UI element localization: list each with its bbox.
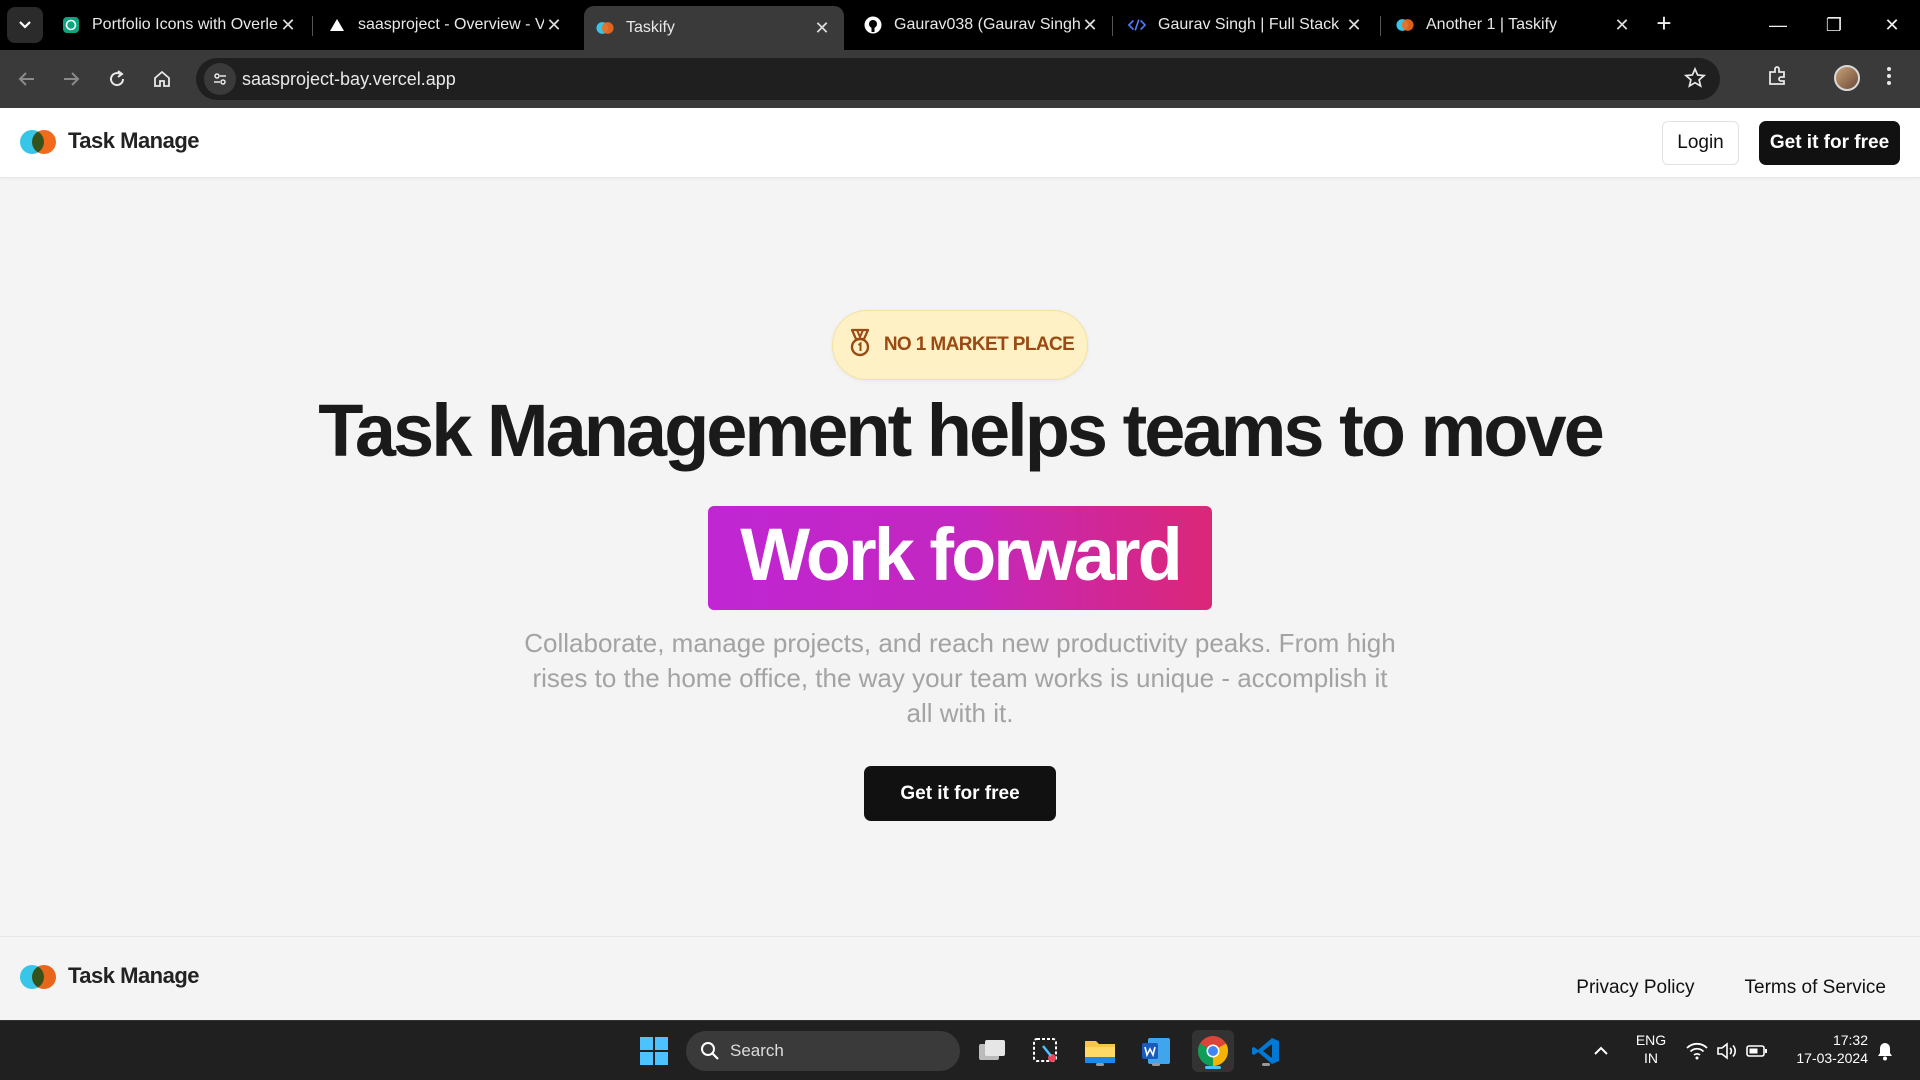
url-text[interactable]: saasproject-bay.vercel.app — [242, 69, 456, 90]
taskify-logo-icon — [1396, 16, 1414, 34]
arrow-left-icon — [18, 72, 34, 86]
language-indicator[interactable]: ENG IN — [1628, 1031, 1674, 1067]
close-icon[interactable]: ✕ — [1080, 15, 1100, 36]
tab-title: Another 1 | Taskify — [1426, 16, 1558, 33]
more-menu-icon[interactable] — [1886, 64, 1892, 93]
tab-divider — [1380, 16, 1381, 36]
logo-icon — [20, 963, 58, 989]
battery-icon[interactable] — [1742, 1033, 1772, 1069]
forward-button[interactable] — [54, 62, 88, 96]
chrome-icon[interactable] — [1192, 1030, 1234, 1072]
running-indicator — [1205, 1066, 1221, 1069]
close-window-button[interactable]: ✕ — [1872, 8, 1912, 42]
close-icon[interactable]: ✕ — [1612, 15, 1632, 36]
extensions-icon[interactable] — [1766, 64, 1790, 93]
browser-tab[interactable]: saasproject - Overview - Ve ✕ — [316, 6, 576, 44]
running-indicator — [1262, 1063, 1270, 1066]
medal-icon — [846, 328, 874, 363]
header-logo[interactable]: Task Manage — [20, 128, 200, 154]
notification-bell-icon[interactable] — [1870, 1033, 1900, 1069]
word-icon[interactable] — [1138, 1033, 1174, 1069]
browser-tab[interactable]: Portfolio Icons with Overle ✕ — [50, 6, 310, 44]
chevron-up-icon[interactable] — [1586, 1033, 1616, 1069]
snipping-tool-icon[interactable] — [1028, 1033, 1064, 1069]
terms-of-service-link[interactable]: Terms of Service — [1745, 977, 1886, 999]
arrow-right-icon — [64, 72, 80, 86]
reload-icon — [110, 70, 125, 87]
web-page: Task Manage Login Get it for free NO 1 M… — [0, 108, 1920, 1020]
region-code: IN — [1644, 1050, 1658, 1066]
tab-divider — [1112, 16, 1113, 36]
taskbar-search[interactable]: Search — [686, 1031, 960, 1071]
vscode-icon[interactable] — [1248, 1033, 1284, 1069]
site-header: Task Manage Login Get it for free — [0, 108, 1920, 178]
openai-icon — [62, 16, 80, 34]
clock-date: 17-03-2024 — [1796, 1050, 1868, 1066]
login-button[interactable]: Login — [1662, 121, 1739, 165]
get-it-free-hero-button[interactable]: Get it for free — [864, 766, 1056, 821]
tab-search-button[interactable] — [7, 7, 43, 43]
running-indicator — [1152, 1063, 1160, 1066]
close-icon[interactable]: ✕ — [544, 15, 564, 36]
task-view-icon[interactable] — [974, 1033, 1010, 1069]
site-info-button[interactable] — [204, 63, 236, 95]
github-icon — [864, 16, 882, 34]
address-bar[interactable]: saasproject-bay.vercel.app — [196, 58, 1720, 100]
tab-title: saasproject - Overview - Ve — [358, 16, 544, 33]
footer-logo[interactable]: Task Manage — [20, 963, 200, 989]
browser-tab-active[interactable]: Taskify ✕ — [584, 6, 844, 50]
browser-toolbar: saasproject-bay.vercel.app — [0, 50, 1920, 108]
back-button[interactable] — [10, 62, 44, 96]
search-icon — [701, 1042, 719, 1060]
clock[interactable]: 17:32 17-03-2024 — [1782, 1031, 1868, 1067]
home-icon — [154, 70, 170, 87]
hero-highlight: Work forward — [708, 506, 1212, 610]
reload-button[interactable] — [100, 62, 134, 96]
running-indicator — [1096, 1063, 1104, 1066]
browser-tab[interactable]: Another 1 | Taskify ✕ — [1384, 6, 1644, 44]
tab-divider — [312, 16, 313, 36]
minimize-button[interactable]: — — [1758, 8, 1798, 42]
tab-title: Gaurav038 (Gaurav Singh) — [894, 16, 1080, 33]
language-code: ENG — [1635, 1032, 1667, 1048]
clock-time: 17:32 — [1832, 1032, 1868, 1048]
tune-icon — [214, 73, 226, 85]
privacy-policy-link[interactable]: Privacy Policy — [1576, 977, 1694, 999]
file-explorer-icon[interactable] — [1082, 1033, 1118, 1069]
footer-links: Privacy Policy Terms of Service — [1576, 977, 1886, 999]
close-icon[interactable]: ✕ — [1344, 15, 1364, 36]
bookmark-star-icon[interactable] — [1683, 66, 1707, 94]
hero-description: Collaborate, manage projects, and reach … — [524, 628, 1396, 728]
close-icon[interactable]: ✕ — [278, 15, 298, 36]
wifi-icon[interactable] — [1682, 1033, 1712, 1069]
tab-title: Portfolio Icons with Overle — [92, 16, 278, 33]
market-place-badge: NO 1 MARKET PLACE — [832, 310, 1088, 380]
tab-title: Gaurav Singh | Full Stack D — [1158, 16, 1344, 33]
logo-icon — [20, 128, 58, 154]
tab-title: Taskify — [626, 19, 675, 36]
browser-tab-strip: Portfolio Icons with Overle ✕ saasprojec… — [0, 0, 1920, 50]
taskbar-search-label: Search — [730, 1041, 784, 1060]
site-footer: Task Manage Privacy Policy Terms of Serv… — [0, 936, 1920, 1020]
browser-tab[interactable]: Gaurav Singh | Full Stack D ✕ — [1116, 6, 1376, 44]
badge-text: NO 1 MARKET PLACE — [883, 334, 1075, 355]
new-tab-button[interactable]: + — [1650, 10, 1678, 38]
windows-taskbar: Search ENG IN 17:32 17-03-2024 — [0, 1020, 1920, 1080]
close-icon[interactable]: ✕ — [812, 18, 832, 39]
volume-icon[interactable] — [1712, 1033, 1742, 1069]
hero-title: Task Management helps teams to move — [318, 389, 1605, 472]
logo-text: Task Manage — [68, 963, 200, 988]
profile-avatar[interactable] — [1834, 65, 1860, 91]
browser-tab[interactable]: Gaurav038 (Gaurav Singh) ✕ — [852, 6, 1112, 44]
logo-text: Task Manage — [68, 128, 200, 153]
restore-button[interactable]: ❐ — [1814, 8, 1854, 42]
vercel-triangle-icon — [328, 16, 346, 34]
home-button[interactable] — [145, 62, 179, 96]
taskify-logo-icon — [596, 19, 614, 37]
chevron-down-icon — [19, 21, 31, 29]
windows-start-icon[interactable] — [636, 1033, 672, 1069]
get-it-free-header-button[interactable]: Get it for free — [1759, 121, 1900, 165]
code-icon — [1128, 16, 1146, 34]
